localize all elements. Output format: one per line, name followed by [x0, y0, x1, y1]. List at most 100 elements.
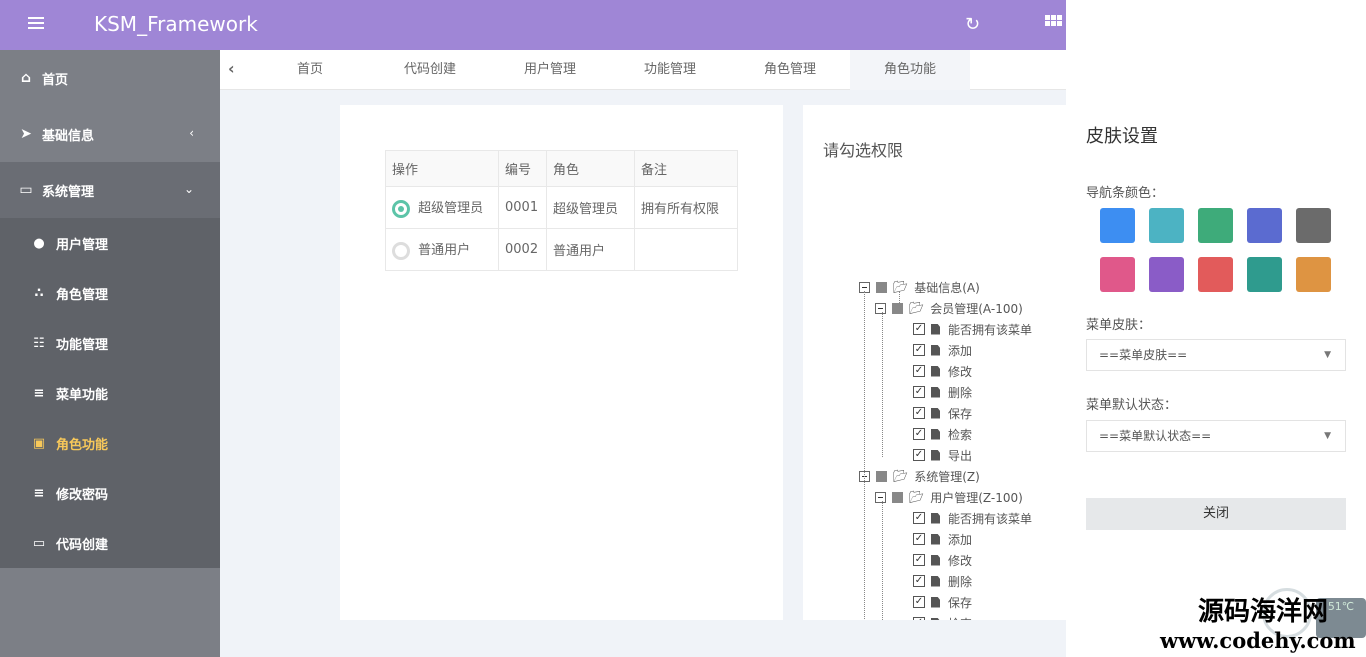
file-icon — [931, 344, 940, 356]
tree-node-label: 删除 — [948, 385, 973, 400]
radio-selected[interactable] — [392, 199, 410, 218]
tree-node[interactable]: 📂︎ 用户管理(Z-100) — [875, 487, 1023, 507]
tree-node[interactable]: ✓ 添加 — [913, 340, 972, 360]
sidebar-item-label: 用户管理 — [56, 237, 109, 253]
grid-icon[interactable] — [1045, 15, 1062, 26]
sidebar-item-change-password[interactable]: ≡ 修改密码 — [0, 468, 220, 518]
tree-node[interactable]: ✓ 修改 — [913, 361, 972, 381]
tree-node[interactable]: ✓ 导出 — [913, 445, 972, 465]
sidebar-item-function-management[interactable]: ☷ 功能管理 — [0, 318, 220, 368]
color-swatch[interactable] — [1149, 257, 1184, 292]
menu-skin-select[interactable]: ==菜单皮肤== ▼ — [1086, 339, 1346, 371]
chevron-left-icon: ‹ — [189, 126, 194, 140]
sidebar-item-code-create[interactable]: ▭ 代码创建 — [0, 518, 220, 568]
file-icon — [931, 386, 940, 398]
tree-node[interactable]: ✓ 检索 — [913, 613, 972, 620]
tree-node-label: 保存 — [948, 595, 973, 610]
table-cell — [634, 228, 738, 271]
tab-role-management[interactable]: 角色管理 — [730, 50, 850, 90]
tree-node[interactable]: 📂︎ 基础信息(A) — [859, 277, 980, 297]
color-swatch[interactable] — [1247, 208, 1282, 243]
color-swatch[interactable] — [1198, 208, 1233, 243]
menu-state-value: ==菜单默认状态== — [1099, 429, 1212, 443]
tree-node[interactable]: ✓ 删除 — [913, 382, 972, 402]
checkbox-checked[interactable]: ✓ — [913, 323, 925, 335]
tree-node[interactable]: ✓ 保存 — [913, 592, 972, 612]
checkbox-checked[interactable]: ✓ — [913, 344, 925, 356]
close-button[interactable]: 关闭 — [1086, 498, 1346, 530]
tree-connector-line — [899, 291, 900, 311]
checkbox-checked[interactable]: ✓ — [913, 554, 925, 566]
color-swatch[interactable] — [1247, 257, 1282, 292]
radio-unselected[interactable] — [392, 241, 410, 260]
checkbox-checked[interactable]: ✓ — [913, 365, 925, 377]
tab-role-function[interactable]: 角色功能 — [850, 50, 970, 90]
color-swatch[interactable] — [1296, 257, 1331, 292]
collapse-toggle-icon[interactable] — [875, 491, 886, 503]
checkbox-checked[interactable]: ✓ — [913, 617, 925, 620]
tree-node[interactable]: ✓ 修改 — [913, 550, 972, 570]
collapse-toggle-icon[interactable] — [875, 302, 886, 314]
folder-open-icon: 📂︎ — [909, 301, 925, 315]
watermark: 源码海洋网 www.codehy.com — [1160, 596, 1366, 654]
tree-node[interactable]: ✓ 保存 — [913, 403, 972, 423]
column-header: 角色 — [546, 150, 635, 187]
hamburger-menu-icon[interactable] — [28, 14, 50, 36]
sidebar-item-role-management[interactable]: ∴ 角色管理 — [0, 268, 220, 318]
table-cell: 超级管理员 — [385, 186, 499, 229]
partial-checkbox[interactable] — [892, 491, 903, 503]
tab-home[interactable]: 首页 — [250, 50, 370, 90]
file-icon — [931, 449, 940, 461]
file-icon — [931, 554, 940, 566]
tree-node-label: 基础信息(A) — [914, 280, 980, 295]
checkbox-checked[interactable]: ✓ — [913, 512, 925, 524]
checkbox-checked[interactable]: ✓ — [913, 428, 925, 440]
sidebar-item-label: 首页 — [42, 72, 69, 88]
tree-node[interactable]: 📂︎ 会员管理(A-100) — [875, 298, 1023, 318]
tree-node[interactable]: 📂︎ 系统管理(Z) — [859, 466, 980, 486]
sidebar-item-home[interactable]: ⌂ 首页 — [0, 50, 220, 106]
tree-node[interactable]: ✓ 检索 — [913, 424, 972, 444]
tree-node[interactable]: ✓ 删除 — [913, 571, 972, 591]
sidebar-item-menu-function[interactable]: ≡ 菜单功能 — [0, 368, 220, 418]
color-swatch[interactable] — [1296, 208, 1331, 243]
file-icon — [931, 533, 940, 545]
home-icon: ⌂ — [20, 70, 32, 86]
color-swatch[interactable] — [1149, 208, 1184, 243]
partial-checkbox[interactable] — [876, 281, 887, 293]
checkbox-checked[interactable]: ✓ — [913, 449, 925, 461]
partial-checkbox[interactable] — [892, 302, 903, 314]
refresh-icon[interactable]: ↻ — [965, 14, 980, 35]
sidebar-item-system-management[interactable]: ▭ 系统管理 ⌄ — [0, 162, 220, 218]
sidebar-item-label: 基础信息 — [42, 128, 95, 144]
checkbox-checked[interactable]: ✓ — [913, 407, 925, 419]
sidebar-submenu: ● 用户管理 ∴ 角色管理 ☷ 功能管理 ≡ 菜单功能 ▣ 角色功能 ≡ 修改密… — [0, 218, 220, 568]
list-icon: ☷ — [33, 335, 45, 351]
file-icon — [931, 512, 940, 524]
user-icon: ● — [33, 235, 45, 251]
checkbox-checked[interactable]: ✓ — [913, 533, 925, 545]
sidebar-item-basic-info[interactable]: ➤ 基础信息 ‹ — [0, 106, 220, 162]
checkbox-checked[interactable]: ✓ — [913, 386, 925, 398]
tab-function-management[interactable]: 功能管理 — [610, 50, 730, 90]
color-swatch[interactable] — [1100, 208, 1135, 243]
sidebar-item-role-function[interactable]: ▣ 角色功能 — [0, 418, 220, 468]
sidebar-item-user-management[interactable]: ● 用户管理 — [0, 218, 220, 268]
checkbox-checked[interactable]: ✓ — [913, 596, 925, 608]
menu-state-select[interactable]: ==菜单默认状态== ▼ — [1086, 420, 1346, 452]
checkbox-checked[interactable]: ✓ — [913, 575, 925, 587]
chevron-left-icon[interactable]: ‹ — [228, 59, 235, 78]
menu-icon: ≡ — [33, 385, 45, 401]
color-swatch[interactable] — [1100, 257, 1135, 292]
partial-checkbox[interactable] — [876, 470, 887, 482]
table-cell: 超级管理员 — [546, 186, 635, 229]
tree-node[interactable]: ✓ 能否拥有该菜单 — [913, 319, 1032, 339]
tab-code-create[interactable]: 代码创建 — [370, 50, 490, 90]
tab-user-management[interactable]: 用户管理 — [490, 50, 610, 90]
table-row[interactable]: 超级管理员 0001 超级管理员 拥有所有权限 — [385, 186, 738, 229]
color-swatch[interactable] — [1198, 257, 1233, 292]
file-icon — [931, 596, 940, 608]
table-row[interactable]: 普通用户 0002 普通用户 — [385, 228, 738, 271]
tree-node[interactable]: ✓ 添加 — [913, 529, 972, 549]
tree-node[interactable]: ✓ 能否拥有该菜单 — [913, 508, 1032, 528]
